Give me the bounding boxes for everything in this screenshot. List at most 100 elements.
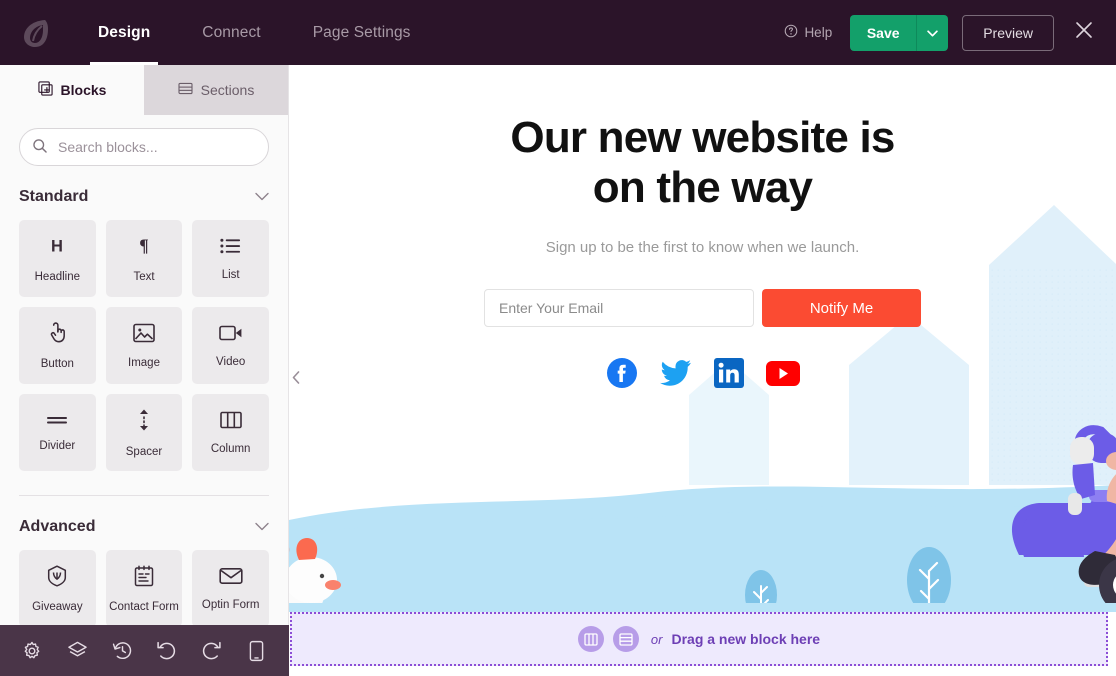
save-label: Save <box>866 24 900 41</box>
close-button[interactable] <box>1068 17 1100 49</box>
block-divider[interactable]: Divider <box>19 394 96 471</box>
group-header-advanced[interactable]: Advanced <box>19 518 269 536</box>
block-list[interactable]: List <box>192 220 269 297</box>
headline-icon: H <box>46 235 68 262</box>
linkedin-icon[interactable] <box>713 358 744 389</box>
layers-icon[interactable] <box>60 634 94 668</box>
nav-tab-page-settings-label: Page Settings <box>312 23 411 41</box>
undo-icon[interactable] <box>150 634 184 668</box>
hero-title[interactable]: Our new website is on the way <box>510 113 895 213</box>
block-optin-form-label: Optin Form <box>201 598 260 611</box>
nav-tab-page-settings[interactable]: Page Settings <box>287 0 437 65</box>
preview-button[interactable]: Preview <box>962 14 1054 51</box>
hero-title-line1: Our new website is <box>510 113 895 162</box>
blocks-sidebar: Blocks Sections Search blocks... Standar… <box>0 65 289 676</box>
block-headline-label: Headline <box>34 270 81 283</box>
settings-icon[interactable] <box>15 634 49 668</box>
block-image[interactable]: Image <box>105 307 183 384</box>
block-button-label: Button <box>40 357 74 370</box>
hero-title-line2: on the way <box>592 163 813 213</box>
block-contact-form-label: Contact Form <box>109 600 179 613</box>
preview-label: Preview <box>983 24 1033 41</box>
hero-subtitle[interactable]: Sign up to be the first to know when we … <box>546 239 860 256</box>
social-links <box>606 357 800 389</box>
top-bar-actions: Help Save Preview <box>784 14 1116 51</box>
save-dropdown-toggle[interactable] <box>916 14 949 51</box>
twitter-icon[interactable] <box>659 359 692 387</box>
add-columns-button[interactable] <box>577 626 604 652</box>
sidebar-scroll-area[interactable]: Standard H Headline ¶ Text <box>0 115 288 676</box>
chevron-down-icon[interactable] <box>255 188 269 206</box>
close-icon <box>1075 21 1093 44</box>
notify-me-button[interactable]: Notify Me <box>762 289 921 328</box>
email-input[interactable] <box>484 289 754 328</box>
add-section-button[interactable] <box>612 626 639 652</box>
block-giveaway-label: Giveaway <box>32 600 83 613</box>
svg-text:¶: ¶ <box>139 235 148 255</box>
page-canvas[interactable]: Our new website is on the way Sign up to… <box>289 65 1116 676</box>
chevron-down-icon <box>927 24 938 42</box>
block-video-label: Video <box>216 355 246 368</box>
search-blocks-input[interactable] <box>19 128 269 166</box>
collapse-sidebar-handle[interactable] <box>289 360 303 394</box>
section-icon <box>619 632 633 646</box>
history-icon[interactable] <box>105 634 139 668</box>
block-spacer-label: Spacer <box>125 445 163 458</box>
sidebar-tab-sections[interactable]: Sections <box>144 65 288 115</box>
block-divider-label: Divider <box>39 440 76 452</box>
block-contact-form[interactable]: Contact Form <box>105 550 183 627</box>
block-giveaway[interactable]: Giveaway <box>19 550 96 627</box>
group-title-standard: Standard <box>19 188 89 205</box>
blocks-grid-advanced: Giveaway Contact Form Optin Form <box>19 550 269 627</box>
app-logo[interactable] <box>0 0 72 65</box>
hero-section[interactable]: Our new website is on the way Sign up to… <box>289 65 1116 610</box>
save-button-group: Save <box>850 14 949 51</box>
search-blocks-wrapper <box>19 128 269 166</box>
main-nav: Design Connect Page Settings <box>72 0 437 65</box>
sidebar-tab-blocks-label: Blocks <box>60 82 107 98</box>
block-spacer[interactable]: Spacer <box>105 394 183 471</box>
chevron-down-icon[interactable] <box>255 518 269 536</box>
block-column[interactable]: Column <box>192 394 269 471</box>
chevron-left-icon <box>292 370 300 384</box>
svg-text:H: H <box>51 237 63 255</box>
block-button[interactable]: Button <box>19 307 96 384</box>
mobile-preview-icon[interactable] <box>240 634 274 668</box>
image-icon <box>133 323 155 348</box>
nav-tab-design[interactable]: Design <box>72 0 176 65</box>
help-circle-icon <box>784 24 798 41</box>
block-text-label: Text <box>133 270 155 283</box>
facebook-icon[interactable] <box>606 357 638 389</box>
drop-zone[interactable]: or Drag a new block here <box>290 612 1108 666</box>
nav-tab-connect[interactable]: Connect <box>176 0 286 65</box>
group-header-standard[interactable]: Standard <box>19 188 269 206</box>
text-icon: ¶ <box>133 235 155 262</box>
block-video[interactable]: Video <box>192 307 269 384</box>
spacer-icon <box>136 408 152 437</box>
column-icon <box>219 411 242 434</box>
block-headline[interactable]: H Headline <box>19 220 96 297</box>
block-optin-form[interactable]: Optin Form <box>192 550 269 627</box>
redo-icon[interactable] <box>195 634 229 668</box>
drop-zone-or-label: or <box>650 631 663 647</box>
youtube-icon[interactable] <box>765 360 800 386</box>
contact-form-icon <box>134 564 154 592</box>
sidebar-tabs: Blocks Sections <box>0 65 288 115</box>
sidebar-tab-sections-label: Sections <box>200 82 255 98</box>
columns-icon <box>584 632 598 646</box>
giveaway-icon <box>46 564 68 592</box>
sidebar-tab-blocks[interactable]: Blocks <box>0 65 144 115</box>
video-icon <box>218 324 243 347</box>
help-label: Help <box>804 25 833 40</box>
canvas-bottom-band <box>289 603 1116 612</box>
block-text[interactable]: ¶ Text <box>105 220 183 297</box>
sections-icon <box>178 82 193 98</box>
drop-zone-text[interactable]: Drag a new block here <box>671 631 820 647</box>
save-button[interactable]: Save <box>850 14 917 51</box>
help-button[interactable]: Help <box>784 24 832 41</box>
nav-tab-design-label: Design <box>98 23 151 41</box>
block-column-label: Column <box>210 442 251 455</box>
hero-content: Our new website is on the way Sign up to… <box>289 65 1116 610</box>
list-icon <box>220 237 241 260</box>
blocks-grid-standard: H Headline ¶ Text List Button Image Vide… <box>19 220 269 471</box>
